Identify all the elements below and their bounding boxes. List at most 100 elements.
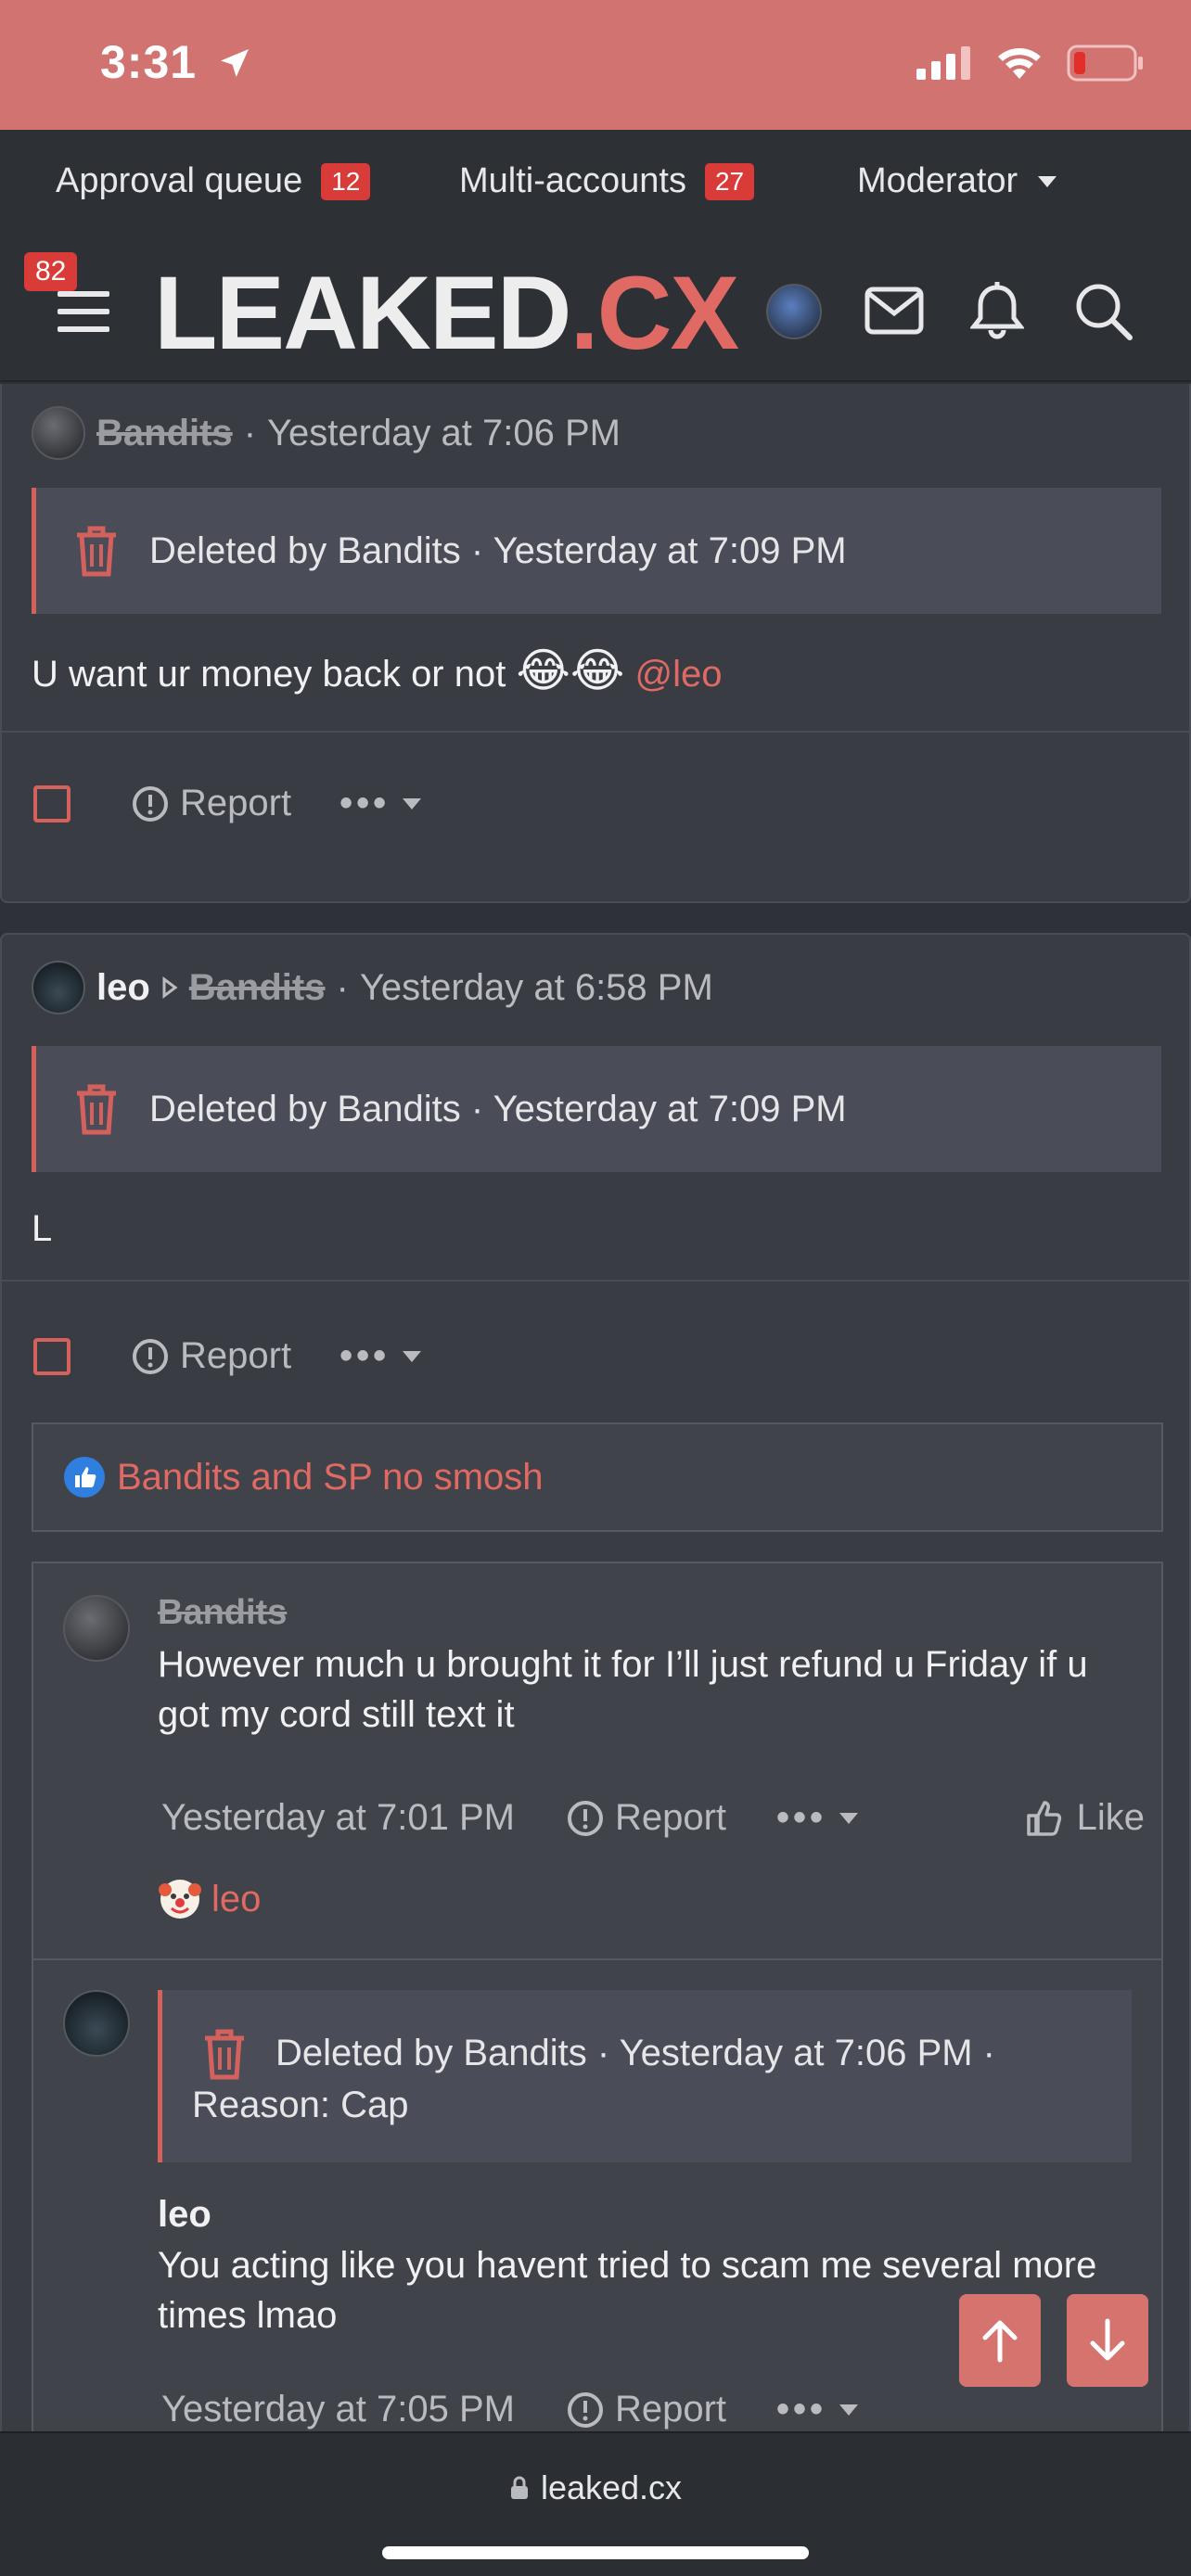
select-checkbox[interactable]: [33, 784, 70, 823]
caret-down-icon: [403, 1350, 422, 1362]
arrow-right-icon: [162, 976, 178, 999]
trash-icon: [77, 526, 116, 577]
report-icon: [567, 2391, 603, 2428]
user-avatar-image: [766, 284, 822, 339]
multi-accounts-link[interactable]: Multi-accounts 27: [459, 161, 755, 201]
comment-time[interactable]: Yesterday at 7:05 PM: [161, 2389, 515, 2430]
laughing-emoji: 😂😂: [516, 644, 625, 696]
alerts-button[interactable]: [968, 282, 1026, 344]
more-options-button[interactable]: •••: [339, 1335, 423, 1377]
report-button[interactable]: Report: [567, 2389, 726, 2430]
comment-author-avatar[interactable]: [63, 1595, 130, 1662]
report-icon: [133, 785, 168, 822]
post-meta: Bandits · Yesterday at 7:06 PM: [32, 406, 621, 460]
recipient-name[interactable]: Bandits: [189, 967, 326, 1009]
report-icon: [133, 1338, 168, 1374]
report-icon: [567, 1800, 603, 1836]
moderator-dropdown[interactable]: Moderator: [857, 161, 1058, 201]
author-name[interactable]: leo: [96, 967, 150, 1009]
user-avatar[interactable]: [766, 284, 822, 339]
caret-down-icon: [839, 2404, 859, 2416]
report-button[interactable]: Report: [132, 783, 291, 824]
deleted-reason: Reason: Cap: [192, 2084, 409, 2125]
more-options-button[interactable]: •••: [339, 783, 423, 824]
moderator-nav: Approval queue 12 Multi-accounts 27 Mode…: [0, 130, 1191, 241]
report-button[interactable]: Report: [567, 1797, 726, 1839]
thumbs-up-reaction-icon: [64, 1457, 105, 1498]
more-dots-icon: •••: [776, 1797, 827, 1838]
scroll-to-top-button[interactable]: [959, 2294, 1041, 2387]
deleted-notice: Deleted by Bandits · Yesterday at 7:06 P…: [158, 1990, 1132, 2162]
author-avatar[interactable]: [32, 961, 85, 1014]
comment-author-name[interactable]: Bandits: [158, 1593, 287, 1633]
arrow-down-icon: [1090, 2318, 1125, 2361]
user-mention[interactable]: @leo: [634, 654, 722, 695]
post-actions: Report •••: [33, 783, 423, 824]
more-dots-icon: •••: [339, 783, 391, 823]
arrow-up-icon: [982, 2320, 1018, 2363]
envelope-icon: [864, 287, 924, 335]
caret-down-icon: [1038, 175, 1057, 187]
lock-icon: [510, 2476, 528, 2499]
cellular-signal-icon: [916, 46, 970, 80]
comment-actions: Yesterday at 7:01 PM Report ••• Like: [161, 1797, 1145, 1839]
comment-reaction[interactable]: leo: [158, 1877, 261, 1921]
caret-down-icon: [403, 797, 422, 810]
post-meta: leo Bandits · Yesterday at 6:58 PM: [32, 961, 713, 1014]
status-bar: 3:31: [0, 0, 1191, 130]
like-button[interactable]: Like: [1025, 1797, 1145, 1839]
search-icon: [1076, 284, 1133, 340]
caret-down-icon: [839, 1812, 859, 1824]
more-options-button[interactable]: •••: [776, 2389, 860, 2430]
post-actions: Report •••: [33, 1335, 423, 1377]
approval-queue-link[interactable]: Approval queue 12: [56, 161, 371, 201]
approval-queue-count: 12: [321, 162, 371, 200]
wifi-icon: [998, 48, 1041, 79]
deleted-notice: Deleted by Bandits · Yesterday at 7:09 P…: [32, 1046, 1161, 1172]
battery-low-icon: [1067, 45, 1143, 82]
menu-button[interactable]: [58, 287, 109, 340]
trash-icon: [205, 2029, 244, 2079]
location-arrow-icon: [220, 49, 249, 77]
select-checkbox[interactable]: [33, 1337, 70, 1375]
author-name[interactable]: Bandits: [96, 413, 233, 454]
report-button[interactable]: Report: [132, 1335, 291, 1377]
author-avatar[interactable]: [32, 406, 85, 460]
search-button[interactable]: [1074, 282, 1133, 346]
trash-icon: [77, 1084, 116, 1135]
status-time: 3:31: [100, 35, 253, 89]
comment-time[interactable]: Yesterday at 7:01 PM: [161, 1797, 515, 1839]
reactions-bar[interactable]: Bandits and SP no smosh: [32, 1422, 1163, 1532]
comment-author-avatar[interactable]: [63, 1990, 130, 2057]
status-icons: [916, 45, 1145, 82]
menu-notification-badge: 82: [24, 252, 78, 291]
multi-accounts-count: 27: [704, 162, 755, 200]
browser-address-bar: leaked.cx: [0, 2431, 1191, 2576]
post: leo Bandits · Yesterday at 6:58 PM Delet…: [0, 933, 1191, 2455]
site-logo[interactable]: LEAKED.CX: [154, 258, 739, 369]
post: Bandits · Yesterday at 7:06 PM Deleted b…: [0, 384, 1191, 903]
scroll-to-bottom-button[interactable]: [1067, 2294, 1148, 2387]
deleted-notice: Deleted by Bandits · Yesterday at 7:09 P…: [32, 488, 1161, 614]
comment-author-name[interactable]: leo: [158, 2194, 211, 2236]
more-dots-icon: •••: [339, 1335, 391, 1376]
more-dots-icon: •••: [776, 2389, 827, 2429]
divider: [2, 1280, 1191, 1282]
post-time[interactable]: Yesterday at 6:58 PM: [360, 967, 713, 1009]
comment-actions: Yesterday at 7:05 PM Report •••: [161, 2389, 860, 2430]
divider: [2, 731, 1191, 733]
site-header: 82 LEAKED.CX: [0, 241, 1191, 382]
post-body: L: [32, 1208, 53, 1249]
clown-face-icon: [159, 1880, 201, 1919]
comment-divider: [33, 1958, 1161, 1960]
home-indicator[interactable]: [382, 2546, 809, 2559]
more-options-button[interactable]: •••: [776, 1797, 860, 1839]
post-body: U want ur money back or not 😂😂 @leo: [32, 644, 723, 696]
address-field[interactable]: leaked.cx: [0, 2468, 1191, 2507]
hamburger-menu-icon: [58, 291, 109, 332]
bell-icon: [968, 282, 1026, 339]
inbox-button[interactable]: [864, 286, 924, 340]
thumbs-up-icon: [1026, 1800, 1061, 1836]
comment-body: However much u brought it for I’ll just …: [158, 1644, 1088, 1735]
post-time[interactable]: Yesterday at 7:06 PM: [267, 413, 621, 454]
